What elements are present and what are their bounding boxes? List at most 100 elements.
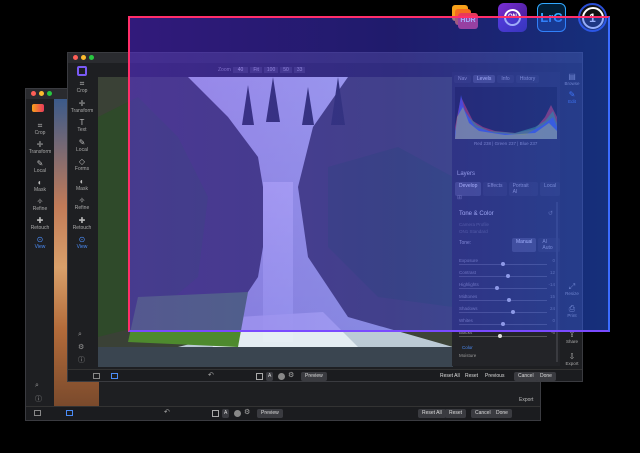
tab-manual[interactable]: Manual	[512, 238, 537, 252]
single-view-icon[interactable]	[93, 373, 100, 379]
zoom-option[interactable]: 33	[293, 66, 306, 73]
module-print[interactable]: ⎙ Print	[562, 304, 582, 318]
tool-retouch[interactable]: ✚ Retouch	[68, 216, 96, 231]
tool-retouch[interactable]: ✚ Retouch	[26, 216, 54, 231]
slider-whites[interactable]: Whites 0	[459, 318, 555, 328]
tab-effects[interactable]: Effects	[483, 182, 507, 196]
slider-knob[interactable]	[495, 286, 500, 290]
capture-one-app-icon[interactable]: 1	[578, 3, 607, 32]
close-button[interactable]	[31, 91, 36, 96]
gear-icon[interactable]: ⚙	[288, 371, 294, 379]
zoom-option[interactable]: 50	[280, 66, 292, 73]
slider-midtones[interactable]: Midtones 15	[459, 294, 555, 304]
a-toggle[interactable]: A	[222, 409, 230, 418]
panel-scrollbar[interactable]	[556, 202, 558, 362]
slider-value[interactable]: 12	[550, 270, 555, 275]
tool-transform[interactable]: ✛ Transform	[26, 140, 54, 155]
done-button[interactable]: Done	[536, 372, 556, 381]
slider-exposure[interactable]: Exposure 0	[459, 258, 555, 268]
layer-settings-icon[interactable]: ⊞	[457, 194, 462, 201]
a-toggle[interactable]: A	[266, 372, 274, 381]
tool-refine[interactable]: ✧ Refine	[68, 196, 96, 211]
slider-value[interactable]: 0	[552, 258, 555, 263]
slider-knob[interactable]	[501, 322, 505, 326]
slider-track[interactable]	[459, 312, 547, 313]
tool-crop[interactable]: ⌗ Crop	[68, 79, 96, 94]
reset-button[interactable]: Reset	[445, 409, 467, 418]
slider-contrast[interactable]: Contrast 12	[459, 270, 555, 280]
mask-view-icon[interactable]	[256, 373, 263, 380]
tab-nav[interactable]: Nav	[454, 75, 471, 83]
tab-info[interactable]: Info	[497, 75, 514, 83]
slider-shadows[interactable]: Shadows 24	[459, 306, 555, 316]
slider-blacks[interactable]: Blacks -6	[459, 330, 555, 340]
reset-button[interactable]: Reset	[461, 372, 482, 381]
tool-mask[interactable]: ◐ Mask	[26, 178, 54, 193]
tool-local[interactable]: ✎ Local	[68, 138, 96, 153]
tool-view[interactable]: ⊙ View	[26, 235, 54, 250]
slider-value[interactable]: 0	[552, 318, 555, 323]
slider-highlights[interactable]: Highlights -14	[459, 282, 555, 292]
minimize-button[interactable]	[39, 91, 44, 96]
help-icon[interactable]: ⓘ	[78, 355, 85, 365]
gear-icon[interactable]: ⚙	[244, 408, 250, 416]
zoom-button[interactable]	[89, 55, 94, 60]
slider-value[interactable]: -6	[551, 330, 555, 335]
mask-view-icon[interactable]	[212, 410, 219, 417]
circle-toggle-icon[interactable]	[234, 410, 241, 417]
compare-view-icon[interactable]	[66, 410, 73, 416]
module-edit[interactable]: ✎ Edit	[562, 90, 582, 104]
tool-mask[interactable]: ◐ Mask	[68, 177, 96, 192]
export-label[interactable]: Export	[519, 397, 533, 403]
module-resize[interactable]: ⤢ Resize	[562, 282, 582, 296]
module-export[interactable]: ⇩ Export	[562, 352, 582, 366]
compare-view-icon[interactable]	[111, 373, 118, 379]
tool-transform[interactable]: ✛ Transform	[68, 99, 96, 114]
slider-knob[interactable]	[501, 262, 505, 266]
module-browse[interactable]: ▤ Browse	[562, 72, 582, 86]
slider-track[interactable]	[459, 300, 547, 301]
rotate-icon[interactable]: ↶	[164, 408, 170, 416]
slider-track[interactable]	[459, 288, 547, 289]
tool-view[interactable]: ⊙ View	[68, 235, 96, 250]
help-icon[interactable]: ⓘ	[35, 394, 42, 404]
tool-crop[interactable]: ⌗ Crop	[26, 121, 54, 136]
tab-local[interactable]: Local	[540, 182, 560, 196]
previous-button[interactable]: Previous	[481, 372, 508, 381]
tool-forms[interactable]: ◇ Forms	[68, 157, 96, 172]
slider-value[interactable]: 15	[550, 294, 555, 299]
slider-value[interactable]: -14	[548, 282, 555, 287]
lrc-app-icon[interactable]: LrC	[537, 3, 566, 32]
slider-track[interactable]	[459, 336, 547, 337]
preview-button[interactable]: Preview	[301, 372, 327, 381]
tab-portrait-ai[interactable]: Portrait AI	[508, 182, 539, 196]
module-share[interactable]: ⇪ Share	[562, 330, 582, 344]
hdr-app-icon[interactable]: HDR	[450, 3, 479, 32]
circle-toggle-icon[interactable]	[278, 373, 285, 380]
close-button[interactable]	[73, 55, 78, 60]
tab-levels[interactable]: Levels	[472, 75, 496, 83]
reset-section-icon[interactable]: ↺	[548, 210, 553, 217]
minimize-button[interactable]	[81, 55, 86, 60]
slider-knob[interactable]	[506, 274, 511, 278]
zoom-option[interactable]: 100	[263, 66, 279, 73]
tool-local[interactable]: ✎ Local	[26, 159, 54, 174]
slider-knob[interactable]	[506, 298, 511, 302]
reset-all-button[interactable]: Reset All	[436, 372, 464, 381]
rotate-icon[interactable]: ↶	[208, 371, 214, 379]
tab-history[interactable]: History	[515, 75, 540, 83]
slider-knob[interactable]	[511, 310, 516, 314]
zoom-option[interactable]: Fit	[250, 66, 262, 73]
single-view-icon[interactable]	[34, 410, 41, 416]
zoom-button[interactable]	[47, 91, 52, 96]
zoom-input[interactable]: 40	[232, 66, 249, 73]
tool-refine[interactable]: ✧ Refine	[26, 197, 54, 212]
gear-icon[interactable]: ⚙	[78, 343, 84, 351]
slider-value[interactable]: 24	[550, 306, 555, 311]
slider-track[interactable]	[459, 276, 547, 277]
slider-knob[interactable]	[498, 334, 503, 338]
tool-text[interactable]: T Text	[68, 118, 96, 133]
done-button[interactable]: Done	[492, 409, 512, 418]
on1-app-icon[interactable]: ON	[498, 3, 527, 32]
zoom-icon[interactable]: ⌕	[35, 382, 39, 390]
